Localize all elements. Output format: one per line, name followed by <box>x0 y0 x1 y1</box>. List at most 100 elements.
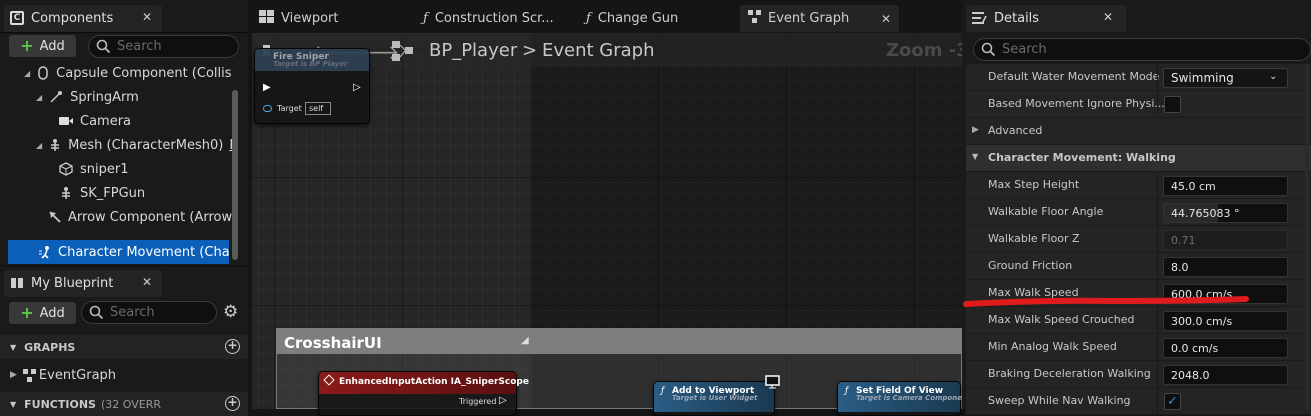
prop-label: Based Movement Ignore Physi... <box>988 97 1165 110</box>
close-icon[interactable]: ✕ <box>142 275 152 289</box>
tree-item-character-movement[interactable]: Character Movement (CharMo <box>8 240 229 264</box>
breadcrumb-current: Event Graph <box>542 40 655 61</box>
tree-item-label: Character Movement (CharMo <box>58 244 229 260</box>
add-graph-icon[interactable]: + <box>225 339 240 354</box>
braking-deceleration-field[interactable]: 2048.0 <box>1163 365 1288 385</box>
section-label: Character Movement: Walking <box>988 151 1176 164</box>
add-to-viewport-node[interactable]: Add to Viewport Target is User Widget ƒ <box>653 381 775 416</box>
graphs-label: GRAPHS <box>24 340 76 354</box>
walkable-floor-angle-field[interactable]: 44.765083 ° <box>1163 203 1288 223</box>
graphs-section-header[interactable]: ▼ GRAPHS + <box>0 335 248 359</box>
collapse-arrow-icon: ▼ <box>10 399 17 409</box>
target-pin-value[interactable]: self <box>305 102 331 115</box>
breadcrumb-root[interactable]: BP_Player <box>429 40 517 61</box>
tree-item-camera[interactable]: Camera <box>0 109 232 133</box>
ignore-physics-checkbox[interactable] <box>1164 96 1181 113</box>
graph-item-label: EventGraph <box>38 367 117 383</box>
expand-arrow-icon[interactable]: ▶ <box>10 370 17 380</box>
prop-default-water-movement-mode: Default Water Movement Mode Swimming ⌄ <box>966 64 1311 91</box>
details-scrollbar[interactable] <box>1305 64 1309 409</box>
collapse-arrow-icon: ▼ <box>10 342 17 352</box>
ground-friction-field[interactable]: 8.0 <box>1163 257 1288 277</box>
gear-icon[interactable]: ⚙ <box>223 303 238 321</box>
expand-arrow-icon[interactable]: ◢ <box>36 141 42 150</box>
prop-label: Advanced <box>988 124 1043 137</box>
prop-label: Walkable Floor Angle <box>988 205 1104 218</box>
search-icon <box>89 305 104 320</box>
details-search-input[interactable]: Search <box>973 38 1311 61</box>
tree-item-arrow[interactable]: Arrow Component (Arrow) <box>0 205 232 229</box>
target-pin-icon[interactable] <box>263 105 272 112</box>
arrow-icon <box>48 209 62 225</box>
details-list-icon <box>972 12 987 29</box>
comment-title[interactable]: CrosshairUI <box>284 334 382 352</box>
components-tab[interactable]: C Components ✕ <box>4 5 162 32</box>
prop-label: Sweep While Nav Walking <box>988 394 1131 407</box>
prop-walkable-floor-angle: Walkable Floor Angle 44.765083 ° <box>966 199 1311 226</box>
fire-sniper-node[interactable]: Fire Sniper Target is BP Player ▶ ▷ Targ… <box>254 48 370 124</box>
tree-item-label: Arrow Component (Arrow) <box>68 209 232 225</box>
chevron-down-icon: ⌄ <box>1269 71 1278 82</box>
exec-out-pin-icon[interactable]: ▷ <box>499 395 507 406</box>
tab-event-graph[interactable]: Event Graph ✕ <box>740 5 899 32</box>
function-icon: ƒ <box>423 11 428 26</box>
add-blueprint-member-button[interactable]: + Add <box>9 302 76 324</box>
prop-label: Ground Friction <box>988 259 1073 272</box>
tree-item-sk-fpgun[interactable]: SK_FPGun <box>0 181 232 205</box>
event-graph-icon <box>748 10 761 27</box>
prop-label: Min Analog Walk Speed <box>988 340 1117 353</box>
enhanced-input-node[interactable]: EnhancedInputAction IA_SniperScope Trigg… <box>318 371 529 416</box>
expand-arrow-icon[interactable]: ◢ <box>24 69 30 78</box>
tree-item-label: Camera <box>80 113 132 129</box>
section-character-movement-walking[interactable]: ▼ Character Movement: Walking <box>966 145 1311 172</box>
close-icon[interactable]: ✕ <box>142 10 152 24</box>
blueprint-hierarchy-icon <box>392 41 414 65</box>
tree-item-capsule[interactable]: ◢ Capsule Component (Collision <box>0 61 232 85</box>
sweep-nav-checkbox[interactable]: ✓ <box>1164 393 1181 410</box>
max-step-height-field[interactable]: 45.0 cm <box>1163 176 1288 196</box>
tree-item-label: sniper1 <box>80 161 129 177</box>
prop-label: Max Step Height <box>988 178 1080 191</box>
min-analog-walk-speed-field[interactable]: 0.0 cm/s <box>1163 338 1288 358</box>
search-placeholder: Search <box>117 39 162 54</box>
exec-out-pin-icon[interactable]: ▷ <box>353 82 361 93</box>
prop-max-walk-speed-crouched: Max Walk Speed Crouched 300.0 cm/s <box>966 307 1311 334</box>
blueprint-search-input[interactable]: Search <box>81 301 217 324</box>
breadcrumb-separator: > <box>522 40 538 61</box>
capsule-icon <box>36 65 50 81</box>
graph-item-eventgraph[interactable]: ▶ EventGraph <box>0 363 248 387</box>
resize-handle-icon[interactable]: ◢ <box>521 335 529 346</box>
plus-icon: + <box>20 303 34 322</box>
exec-in-pin-icon[interactable]: ▶ <box>263 82 271 93</box>
widget-monitor-icon <box>765 375 781 393</box>
my-blueprint-tab[interactable]: My Blueprint ✕ <box>4 270 162 297</box>
tab-label: Event Graph <box>768 11 850 26</box>
tree-item-label: Capsule Component (Collision <box>56 65 232 81</box>
tree-item-mesh[interactable]: ◢ Mesh (CharacterMesh0) Ec <box>0 133 232 157</box>
details-tab[interactable]: Details ✕ <box>966 5 1126 32</box>
tree-item-springarm[interactable]: ◢ SpringArm <box>0 85 232 109</box>
details-title: Details <box>994 11 1040 26</box>
close-icon[interactable]: ✕ <box>1103 10 1113 24</box>
tab-construction-script[interactable]: ƒ Construction Scr... <box>415 5 575 32</box>
plus-icon: + <box>20 36 34 55</box>
water-movement-dropdown[interactable]: Swimming ⌄ <box>1163 68 1288 88</box>
add-component-button[interactable]: + Add <box>9 35 76 57</box>
triggered-pin-label: Triggered <box>459 397 497 406</box>
expand-arrow-icon[interactable]: ◢ <box>36 93 42 102</box>
tab-change-gun[interactable]: ƒ Change Gun <box>578 5 738 32</box>
search-icon <box>981 42 996 57</box>
prop-advanced-group[interactable]: ▶ Advanced <box>966 118 1311 145</box>
set-field-of-view-node[interactable]: Set Field Of View Target is Camera Compo… <box>837 381 967 416</box>
tree-item-sniper1[interactable]: sniper1 <box>0 157 232 181</box>
zoom-label: Zoom -3 <box>886 40 969 61</box>
my-blueprint-title: My Blueprint <box>31 276 114 291</box>
close-icon[interactable]: ✕ <box>881 12 891 26</box>
components-search-input[interactable]: Search <box>88 35 239 58</box>
max-walk-speed-crouched-field[interactable]: 300.0 cm/s <box>1163 311 1288 331</box>
functions-section-header[interactable]: ▼ FUNCTIONS (32 OVERR + <box>0 392 248 416</box>
tab-viewport[interactable]: Viewport <box>251 5 411 32</box>
prop-sweep-while-nav-walking: Sweep While Nav Walking ✓ <box>966 388 1311 415</box>
expand-arrow-icon: ▶ <box>972 125 979 135</box>
components-scrollbar[interactable] <box>232 90 238 260</box>
